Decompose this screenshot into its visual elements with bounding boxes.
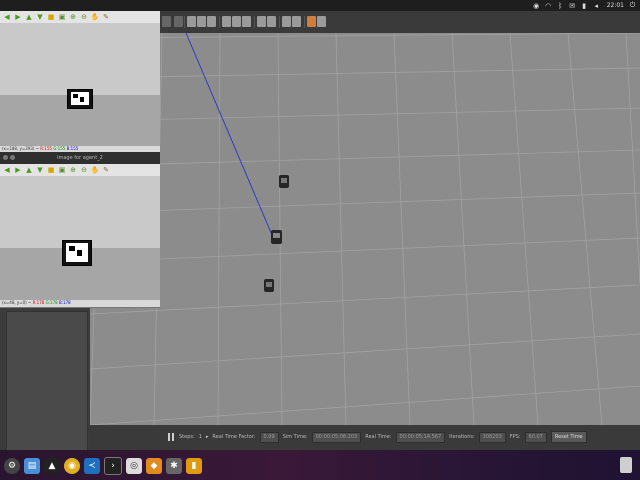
volume-icon[interactable]: ◂ bbox=[593, 2, 600, 10]
battery-icon[interactable]: ▮ bbox=[581, 2, 588, 10]
iterations-label: Iterations: bbox=[449, 434, 475, 440]
settings-icon[interactable]: ✎ bbox=[102, 13, 110, 21]
record-icon[interactable] bbox=[317, 16, 326, 27]
robot-agent-3[interactable] bbox=[264, 279, 274, 292]
save-icon[interactable]: ■ bbox=[47, 166, 55, 174]
aruco-marker bbox=[67, 89, 93, 109]
zoom-in-icon[interactable]: ⊕ bbox=[69, 13, 77, 21]
terminal-icon[interactable]: › bbox=[104, 457, 122, 475]
steps-value[interactable]: 1 bbox=[199, 434, 202, 440]
copy-icon[interactable] bbox=[257, 16, 266, 27]
taskbar: ⚙ ▤ ▲ ◉ ≺ › ◎ ◆ ✱ ▮ bbox=[0, 450, 640, 480]
image-icon[interactable]: ▣ bbox=[58, 13, 66, 21]
sim-time-label: Sim Time: bbox=[282, 434, 308, 440]
screenshot-icon[interactable] bbox=[307, 16, 316, 27]
minimize-icon[interactable] bbox=[10, 155, 15, 160]
undo-icon[interactable] bbox=[162, 16, 171, 27]
arrow-left-icon[interactable]: ◀ bbox=[3, 166, 11, 174]
point-light-icon[interactable] bbox=[222, 16, 231, 27]
arrow-right-icon[interactable]: ▶ bbox=[14, 166, 22, 174]
image-toolbar: ◀ ▶ ▲ ▼ ■ ▣ ⊕ ⊖ ✋ ✎ bbox=[0, 11, 160, 23]
zoom-out-icon[interactable]: ⊖ bbox=[80, 13, 88, 21]
pixel-status: (x=48, y=0) ~ R:178 G:178 B:178 bbox=[0, 300, 160, 306]
ground-grid bbox=[90, 33, 640, 425]
zoom-out-icon[interactable]: ⊖ bbox=[80, 166, 88, 174]
settings-icon[interactable]: ✎ bbox=[102, 166, 110, 174]
directional-light-icon[interactable] bbox=[242, 16, 251, 27]
files-icon[interactable]: ▤ bbox=[24, 458, 40, 474]
step-forward-icon[interactable]: ▸ bbox=[206, 434, 209, 440]
system-icon[interactable]: ✱ bbox=[166, 458, 182, 474]
arrow-down-icon[interactable]: ▼ bbox=[36, 13, 44, 21]
iterations-field: 308203 bbox=[478, 431, 506, 443]
power-icon[interactable]: ⏻ bbox=[629, 1, 636, 9]
vscode-icon[interactable]: ≺ bbox=[84, 458, 100, 474]
window-titlebar[interactable]: image for agent_2 bbox=[0, 152, 160, 164]
gazebo-status-bar: Steps: 1 ▸ Real Time Factor: 0.99 Sim Ti… bbox=[90, 425, 640, 450]
spot-light-icon[interactable] bbox=[232, 16, 241, 27]
align-icon[interactable] bbox=[282, 16, 291, 27]
image-view-window-1[interactable]: ◀ ▶ ▲ ▼ ■ ▣ ⊕ ⊖ ✋ ✎ (x=188, y=393) ~ R:1… bbox=[0, 11, 160, 152]
usb-icon[interactable]: ▮ bbox=[186, 458, 202, 474]
system-top-bar: ◉ ◠ ᛒ ✉ ▮ ◂ 22:01 ⏻ bbox=[0, 0, 640, 11]
gazebo-3d-viewport[interactable] bbox=[90, 33, 640, 425]
system-tray: ◉ ◠ ᛒ ✉ ▮ ◂ 22:01 ⏻ bbox=[533, 0, 636, 11]
dock-apps: ⚙ ▤ ▲ ◉ ≺ › ◎ ◆ ✱ ▮ bbox=[4, 457, 202, 475]
zoom-in-icon[interactable]: ⊕ bbox=[69, 166, 77, 174]
steps-label: Steps: bbox=[179, 434, 195, 440]
close-icon[interactable] bbox=[3, 155, 8, 160]
settings-gear-icon[interactable]: ⚙ bbox=[4, 458, 20, 474]
camera-app-icon[interactable]: ◎ bbox=[126, 458, 142, 474]
robot-agent-2[interactable] bbox=[271, 230, 282, 244]
hand-icon[interactable]: ✋ bbox=[91, 166, 100, 174]
gazebo-icon[interactable]: ◆ bbox=[146, 458, 162, 474]
fps-field: 60.07 bbox=[524, 431, 547, 443]
hand-icon[interactable]: ✋ bbox=[91, 13, 100, 21]
window-title: image for agent_2 bbox=[57, 155, 103, 161]
sphere-shape-icon[interactable] bbox=[197, 16, 206, 27]
gazebo-toolbar bbox=[160, 11, 640, 34]
real-time-label: Real Time: bbox=[365, 434, 392, 440]
clock[interactable]: 22:01 bbox=[607, 2, 624, 9]
image-icon[interactable]: ▣ bbox=[58, 166, 66, 174]
world-panel[interactable] bbox=[6, 311, 88, 453]
laser-ray bbox=[185, 33, 273, 236]
snap-icon[interactable] bbox=[292, 16, 301, 27]
image-toolbar: ◀ ▶ ▲ ▼ ■ ▣ ⊕ ⊖ ✋ ✎ bbox=[0, 164, 160, 176]
aruco-marker bbox=[62, 240, 92, 266]
paste-icon[interactable] bbox=[267, 16, 276, 27]
rtf-field: 0.99 bbox=[259, 431, 279, 443]
pause-icon[interactable] bbox=[168, 433, 175, 441]
camera-image-1[interactable] bbox=[0, 23, 160, 146]
redo-icon[interactable] bbox=[174, 16, 183, 27]
inkscape-icon[interactable]: ▲ bbox=[44, 458, 60, 474]
fps-label: FPS: bbox=[509, 434, 521, 440]
real-time-field: 00:00:05:14.567 bbox=[395, 431, 446, 443]
camera-image-2[interactable] bbox=[0, 176, 160, 300]
arrow-right-icon[interactable]: ▶ bbox=[14, 13, 22, 21]
box-shape-icon[interactable] bbox=[187, 16, 196, 27]
bluetooth-icon[interactable]: ᛒ bbox=[557, 2, 564, 10]
image-view-window-2[interactable]: image for agent_2 ◀ ▶ ▲ ▼ ■ ▣ ⊕ ⊖ ✋ ✎ (x… bbox=[0, 152, 160, 308]
status-fields: Steps: 1 ▸ Real Time Factor: 0.99 Sim Ti… bbox=[90, 431, 587, 443]
mail-icon[interactable]: ✉ bbox=[569, 2, 576, 10]
scene-svg bbox=[90, 33, 640, 425]
arrow-down-icon[interactable]: ▼ bbox=[36, 166, 44, 174]
arrow-up-icon[interactable]: ▲ bbox=[25, 166, 33, 174]
chrome-icon[interactable]: ◉ bbox=[64, 458, 80, 474]
sim-time-field: 00:00:05:08.203 bbox=[311, 431, 362, 443]
cylinder-shape-icon[interactable] bbox=[207, 16, 216, 27]
save-icon[interactable]: ■ bbox=[47, 13, 55, 21]
reset-time-button[interactable]: Reset Time bbox=[550, 431, 587, 443]
camera-icon[interactable]: ◉ bbox=[533, 2, 540, 10]
robot-agent-1[interactable] bbox=[279, 175, 289, 188]
arrow-up-icon[interactable]: ▲ bbox=[25, 13, 33, 21]
trash-icon[interactable] bbox=[620, 457, 632, 473]
arrow-left-icon[interactable]: ◀ bbox=[3, 13, 11, 21]
rtf-label: Real Time Factor: bbox=[212, 434, 256, 440]
wifi-icon[interactable]: ◠ bbox=[545, 2, 552, 10]
gazebo-side-panel bbox=[0, 307, 90, 453]
